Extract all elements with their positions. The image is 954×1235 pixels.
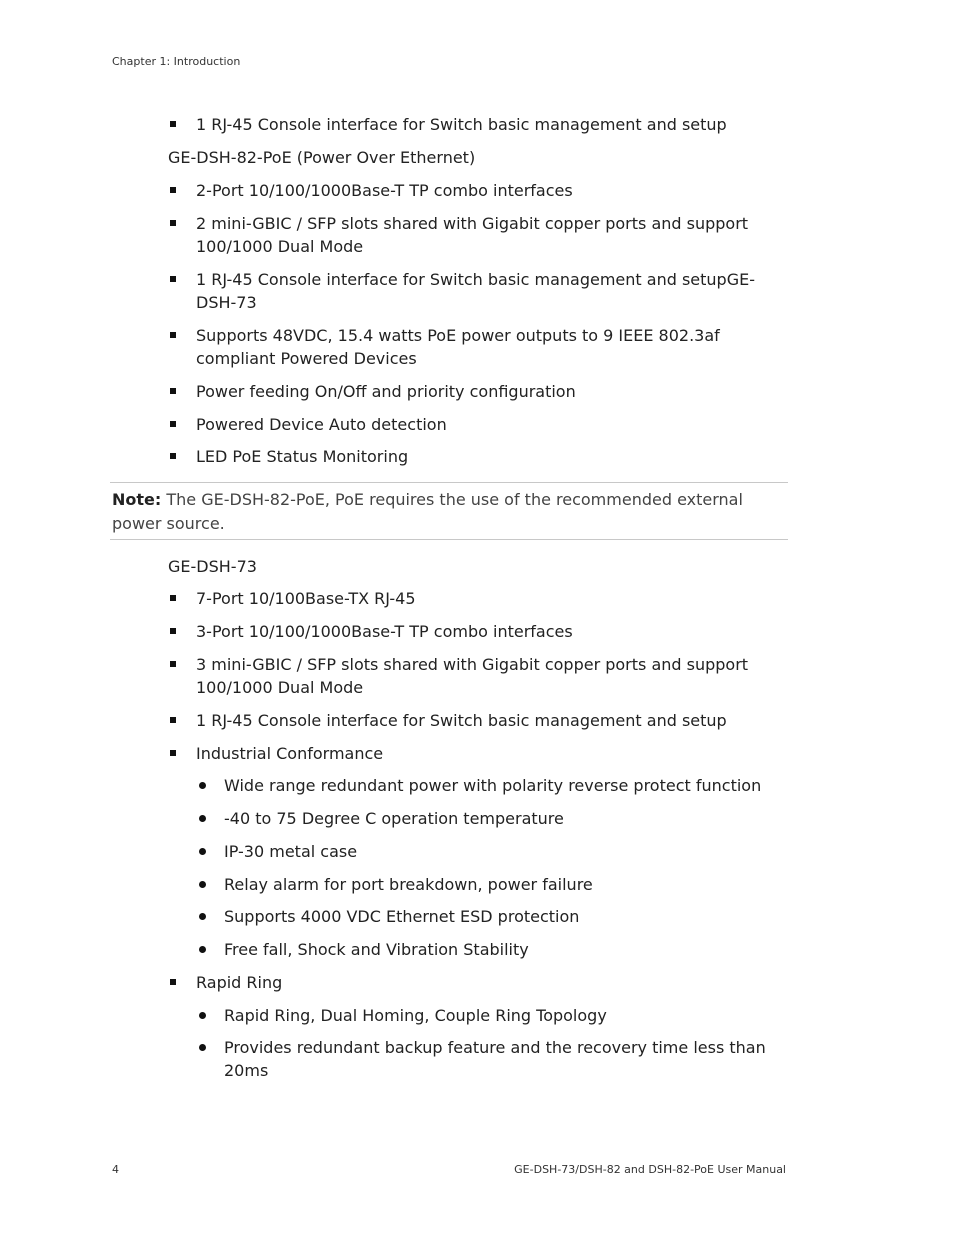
list-item-text: Power feeding On/Off and priority config…	[196, 382, 576, 401]
square-bullet-icon	[170, 220, 176, 226]
list-item-text: IP-30 metal case	[224, 842, 358, 861]
square-bullet-icon	[170, 121, 176, 127]
running-header: Chapter 1: Introduction	[112, 55, 241, 68]
section-heading: GE-DSH-73	[168, 557, 257, 576]
footer-manual-title: GE-DSH-73/DSH-82 and DSH-82-PoE User Man…	[514, 1163, 786, 1176]
round-bullet-icon	[199, 881, 206, 888]
list-item-text: Supports 4000 VDC Ethernet ESD protectio…	[224, 907, 580, 926]
list-item-text: 2-Port 10/100/1000Base-T TP combo interf…	[196, 181, 573, 200]
round-bullet-icon	[199, 815, 206, 822]
page-number: 4	[112, 1163, 119, 1176]
list-item-text: 1 RJ-45 Console interface for Switch bas…	[196, 711, 727, 730]
square-bullet-icon	[170, 421, 176, 427]
list-item-text: Rapid Ring	[196, 973, 283, 992]
list-item-text: -40 to 75 Degree C operation temperature	[224, 809, 564, 828]
note-box: Note: The GE-DSH-82-PoE, PoE requires th…	[110, 482, 788, 540]
list-item-text: DSH-73	[196, 293, 257, 312]
list-item-text: 1 RJ-45 Console interface for Switch bas…	[196, 270, 755, 289]
list-item-text: Free fall, Shock and Vibration Stability	[224, 940, 529, 959]
list-item-text: Provides redundant backup feature and th…	[224, 1038, 766, 1057]
list-item-text: compliant Powered Devices	[196, 349, 417, 368]
note-label: Note:	[112, 490, 162, 509]
square-bullet-icon	[170, 332, 176, 338]
round-bullet-icon	[199, 1012, 206, 1019]
list-item-text: Wide range redundant power with polarity…	[224, 776, 762, 795]
list-item-text: 20ms	[224, 1061, 269, 1080]
list-item-text: 7-Port 10/100Base-TX RJ-45	[196, 589, 416, 608]
list-item-text: 100/1000 Dual Mode	[196, 678, 364, 697]
square-bullet-icon	[170, 595, 176, 601]
round-bullet-icon	[199, 782, 206, 789]
square-bullet-icon	[170, 661, 176, 667]
square-bullet-icon	[170, 453, 176, 459]
list-item-text: 1 RJ-45 Console interface for Switch bas…	[196, 115, 727, 134]
note-text: Note: The GE-DSH-82-PoE, PoE requires th…	[112, 488, 788, 536]
square-bullet-icon	[170, 628, 176, 634]
section-heading: GE-DSH-82-PoE (Power Over Ethernet)	[168, 148, 476, 167]
note-body: The GE-DSH-82-PoE, PoE requires the use …	[112, 490, 743, 533]
list-item-text: Supports 48VDC, 15.4 watts PoE power out…	[196, 326, 720, 345]
list-item-text: LED PoE Status Monitoring	[196, 447, 409, 466]
square-bullet-icon	[170, 717, 176, 723]
square-bullet-icon	[170, 187, 176, 193]
round-bullet-icon	[199, 913, 206, 920]
square-bullet-icon	[170, 750, 176, 756]
list-item-text: Powered Device Auto detection	[196, 415, 447, 434]
square-bullet-icon	[170, 276, 176, 282]
round-bullet-icon	[199, 946, 206, 953]
list-item-text: Relay alarm for port breakdown, power fa…	[224, 875, 593, 894]
round-bullet-icon	[199, 1044, 206, 1051]
square-bullet-icon	[170, 979, 176, 985]
list-item-text: 3-Port 10/100/1000Base-T TP combo interf…	[196, 622, 573, 641]
list-item-text: Rapid Ring, Dual Homing, Couple Ring Top…	[224, 1006, 607, 1025]
list-item-text: 2 mini-GBIC / SFP slots shared with Giga…	[196, 214, 749, 233]
list-item-text: Industrial Conformance	[196, 744, 384, 763]
list-item-text: 3 mini-GBIC / SFP slots shared with Giga…	[196, 655, 749, 674]
list-item-text: 100/1000 Dual Mode	[196, 237, 364, 256]
square-bullet-icon	[170, 388, 176, 394]
round-bullet-icon	[199, 848, 206, 855]
